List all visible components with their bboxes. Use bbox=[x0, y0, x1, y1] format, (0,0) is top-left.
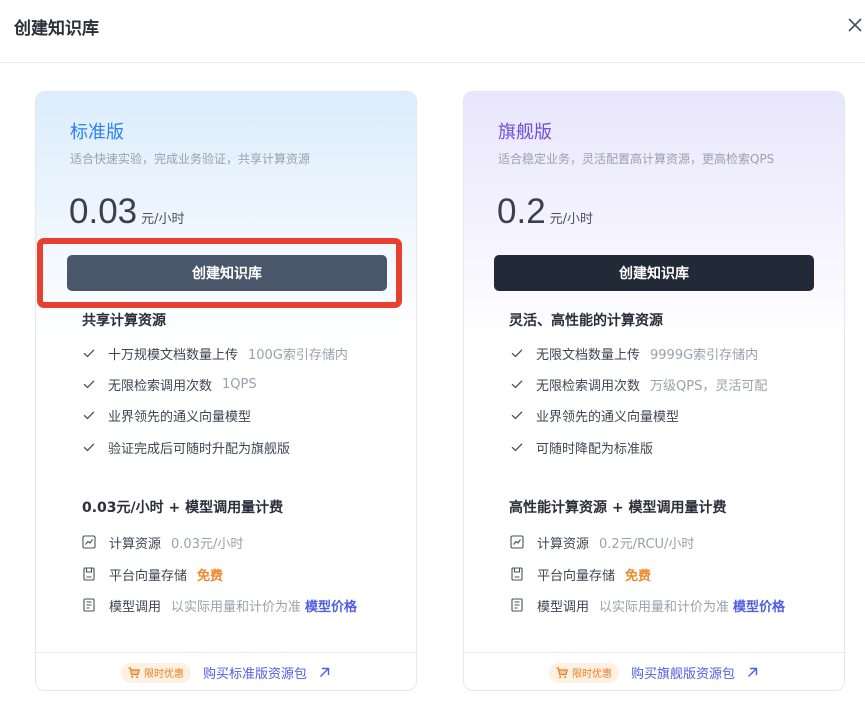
arrow-up-right-icon[interactable] bbox=[746, 666, 759, 679]
close-icon[interactable] bbox=[845, 15, 865, 35]
promo-badge: 限时优惠 bbox=[548, 662, 619, 683]
billing-value: 0.03元/小时 bbox=[171, 536, 244, 552]
billing-title: 0.03元/小时 + 模型调用量计费 bbox=[82, 500, 284, 516]
check-icon bbox=[511, 349, 523, 358]
billing-label: 平台向量存储 bbox=[109, 568, 188, 584]
cart-icon bbox=[556, 666, 568, 678]
buy-resource-pack-link[interactable]: 购买标准版资源包 bbox=[203, 663, 307, 682]
feature-detail: 1QPS bbox=[222, 376, 257, 392]
feature-item: 可随时降配为标准版 bbox=[510, 438, 654, 457]
feature-label: 无限检索调用次数 bbox=[108, 378, 213, 394]
price-value: 0.03 bbox=[69, 192, 138, 231]
feature-item: 业界领先的通义向量模型 bbox=[510, 406, 680, 425]
model-price-link[interactable]: 模型价格 bbox=[305, 596, 357, 615]
feature-detail: 100G索引存储内 bbox=[248, 347, 348, 363]
feature-detail: 万级QPS，灵活可配 bbox=[650, 378, 768, 394]
free-badge: 免费 bbox=[625, 568, 652, 584]
plan-card-body: 旗舰版 适合稳定业务，灵活配置高计算资源，更高检索QPS 0.2 元/小时 创建知… bbox=[464, 92, 844, 653]
billing-row-compute: 计算资源 0.2元/RCU/小时 bbox=[510, 533, 695, 552]
check-icon bbox=[511, 380, 523, 389]
check-icon bbox=[83, 349, 95, 358]
billing-row-model: 模型调用 以实际用量和计价为准 模型价格 bbox=[510, 596, 785, 615]
plan-price: 0.2 元/小时 bbox=[497, 192, 593, 232]
feature-item: 无限检索调用次数 1QPS bbox=[82, 375, 257, 394]
plan-name: 旗舰版 bbox=[498, 122, 552, 143]
feature-label: 可随时降配为标准版 bbox=[536, 441, 654, 457]
chart-line-icon bbox=[510, 535, 524, 549]
billing-value: 0.2元/RCU/小时 bbox=[599, 536, 695, 552]
billing-label: 模型调用 bbox=[537, 599, 590, 615]
section-title: 灵活、高性能的计算资源 bbox=[509, 313, 663, 329]
billing-row-compute: 计算资源 0.03元/小时 bbox=[82, 533, 244, 552]
feature-label: 十万规模文档数量上传 bbox=[108, 347, 239, 363]
price-value: 0.2 bbox=[497, 192, 546, 231]
price-unit: 元/小时 bbox=[549, 212, 594, 227]
cart-icon bbox=[128, 666, 140, 678]
promo-badge: 限时优惠 bbox=[120, 662, 191, 683]
billing-value: 以实际用量和计价为准 bbox=[171, 599, 302, 615]
plan-price: 0.03 元/小时 bbox=[69, 192, 185, 232]
feature-item: 无限检索调用次数 万级QPS，灵活可配 bbox=[510, 375, 768, 394]
feature-item: 无限文档数量上传 9999G索引存储内 bbox=[510, 344, 759, 363]
card-footer: 限时优惠 购买标准版资源包 bbox=[36, 653, 416, 690]
feature-item: 十万规模文档数量上传 100G索引存储内 bbox=[82, 344, 348, 363]
billing-row-model: 模型调用 以实际用量和计价为准 模型价格 bbox=[82, 596, 357, 615]
create-knowledge-base-button[interactable]: 创建知识库 bbox=[494, 255, 814, 291]
feature-label: 验证完成后可随时升配为旗舰版 bbox=[108, 441, 291, 457]
billing-label: 计算资源 bbox=[537, 536, 590, 552]
billing-title: 高性能计算资源 + 模型调用量计费 bbox=[509, 500, 727, 516]
arrow-up-right-icon[interactable] bbox=[318, 666, 331, 679]
check-icon bbox=[511, 411, 523, 420]
billing-label: 模型调用 bbox=[109, 599, 162, 615]
billing-row-storage: 平台向量存储 免费 bbox=[82, 565, 224, 584]
model-icon bbox=[83, 598, 95, 612]
check-icon bbox=[511, 443, 523, 452]
model-icon bbox=[511, 598, 523, 612]
storage-icon bbox=[83, 567, 95, 581]
feature-label: 无限检索调用次数 bbox=[536, 378, 641, 394]
price-unit: 元/小时 bbox=[141, 212, 185, 227]
plan-card-flagship: 旗舰版 适合稳定业务，灵活配置高计算资源，更高检索QPS 0.2 元/小时 创建知… bbox=[463, 91, 845, 691]
modal-title: 创建知识库 bbox=[14, 19, 99, 39]
card-footer: 限时优惠 购买旗舰版资源包 bbox=[464, 653, 844, 690]
buy-resource-pack-link[interactable]: 购买旗舰版资源包 bbox=[631, 663, 735, 682]
promo-badge-label: 限时优惠 bbox=[143, 669, 184, 680]
feature-item: 验证完成后可随时升配为旗舰版 bbox=[82, 438, 291, 457]
create-knowledge-base-button[interactable]: 创建知识库 bbox=[67, 255, 387, 291]
feature-item: 业界领先的通义向量模型 bbox=[82, 406, 252, 425]
check-icon bbox=[83, 380, 95, 389]
feature-detail: 9999G索引存储内 bbox=[650, 347, 759, 363]
feature-label: 业界领先的通义向量模型 bbox=[108, 409, 252, 425]
free-badge: 免费 bbox=[197, 568, 224, 584]
section-title: 共享计算资源 bbox=[82, 313, 166, 329]
plan-card-standard: 标准版 适合快速实验，完成业务验证，共享计算资源 0.03 元/小时 创建知识库 … bbox=[35, 91, 417, 691]
check-icon bbox=[83, 443, 95, 452]
billing-row-storage: 平台向量存储 免费 bbox=[510, 565, 652, 584]
modal-header: 创建知识库 bbox=[0, 0, 865, 63]
billing-label: 平台向量存储 bbox=[537, 568, 616, 584]
check-icon bbox=[83, 411, 95, 420]
storage-icon bbox=[511, 567, 523, 581]
billing-label: 计算资源 bbox=[109, 536, 162, 552]
plan-card-body: 标准版 适合快速实验，完成业务验证，共享计算资源 0.03 元/小时 创建知识库 … bbox=[36, 92, 416, 653]
feature-label: 业界领先的通义向量模型 bbox=[536, 409, 680, 425]
model-price-link[interactable]: 模型价格 bbox=[733, 596, 785, 615]
plan-description: 适合快速实验，完成业务验证，共享计算资源 bbox=[70, 152, 311, 166]
chart-line-icon bbox=[82, 535, 96, 549]
plan-name: 标准版 bbox=[70, 122, 124, 143]
billing-value: 以实际用量和计价为准 bbox=[599, 599, 730, 615]
promo-badge-label: 限时优惠 bbox=[571, 669, 612, 680]
feature-label: 无限文档数量上传 bbox=[536, 347, 641, 363]
plan-description: 适合稳定业务，灵活配置高计算资源，更高检索QPS bbox=[498, 152, 775, 166]
